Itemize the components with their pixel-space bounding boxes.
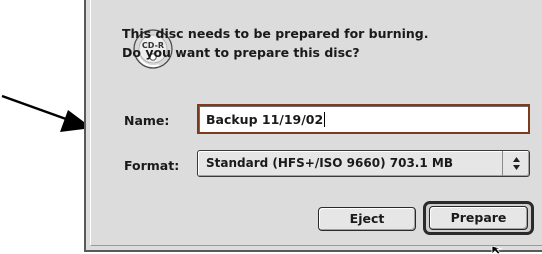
message-line-1: This disc needs to be prepared for burni… bbox=[122, 26, 429, 41]
name-field[interactable]: Backup 11/19/02 bbox=[197, 104, 530, 134]
eject-button[interactable]: Eject bbox=[318, 207, 416, 231]
up-down-arrows-icon bbox=[502, 151, 529, 176]
text-caret bbox=[324, 112, 326, 127]
message-line-2: Do you want to prepare this disc? bbox=[122, 45, 360, 60]
prepare-button[interactable]: Prepare bbox=[429, 206, 528, 230]
format-select[interactable]: Standard (HFS+/ISO 9660) 703.1 MB bbox=[197, 150, 530, 177]
dialog-message: This disc needs to be prepared for burni… bbox=[122, 24, 522, 62]
prepare-disc-dialog: CD-R This disc needs to be prepared for … bbox=[84, 0, 542, 252]
default-button-ring: Prepare bbox=[423, 201, 534, 235]
mouse-pointer-icon bbox=[491, 246, 503, 254]
format-select-value: Standard (HFS+/ISO 9660) 703.1 MB bbox=[206, 156, 453, 170]
name-field-value: Backup 11/19/02 bbox=[206, 112, 324, 127]
name-label: Name: bbox=[124, 113, 170, 128]
format-label: Format: bbox=[124, 158, 180, 173]
